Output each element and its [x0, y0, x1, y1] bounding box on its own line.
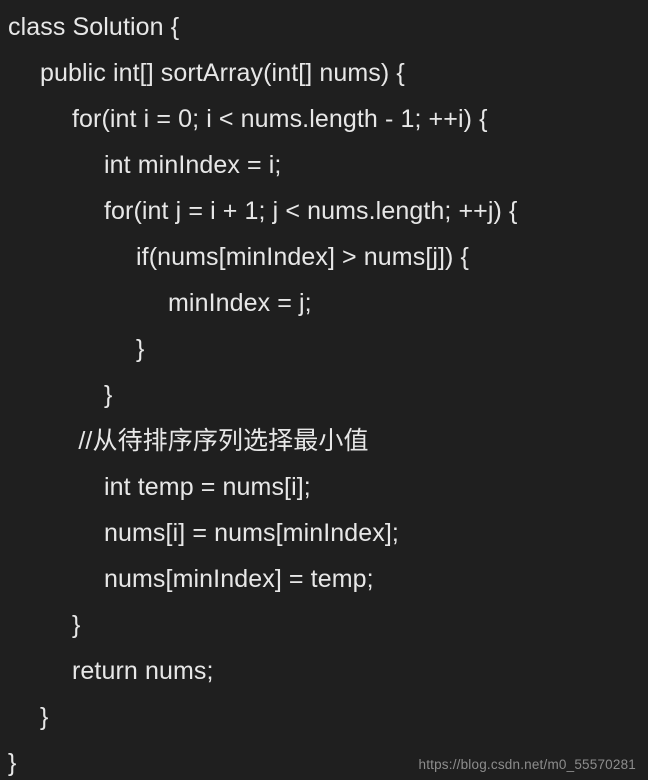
code-text: class Solution {	[8, 13, 180, 41]
code-text: }	[8, 749, 17, 777]
code-line[interactable]: public int[] sortArray(int[] nums) {	[0, 50, 648, 96]
code-line[interactable]: }	[0, 694, 648, 740]
code-text: int minIndex = i;	[104, 151, 282, 179]
code-text: nums[i] = nums[minIndex];	[104, 519, 399, 547]
code-text: //从待排序序列选择最小值	[78, 427, 369, 455]
code-text: return nums;	[72, 657, 214, 685]
code-block[interactable]: class Solution { public int[] sortArray(i…	[0, 0, 648, 780]
code-text: for(int j = i + 1; j < nums.length; ++j)…	[104, 197, 518, 225]
code-text: }	[40, 703, 49, 731]
code-line[interactable]: minIndex = j;	[0, 280, 648, 326]
code-text: int temp = nums[i];	[104, 473, 311, 501]
code-text: minIndex = j;	[168, 289, 312, 317]
code-text: for(int i = 0; i < nums.length - 1; ++i)…	[72, 105, 488, 133]
code-text: }	[104, 381, 113, 409]
code-screenshot: class Solution { public int[] sortArray(i…	[0, 0, 648, 780]
code-line[interactable]: }	[0, 372, 648, 418]
watermark-url: https://blog.csdn.net/m0_55570281	[418, 757, 636, 772]
code-line[interactable]: nums[minIndex] = temp;	[0, 556, 648, 602]
code-line[interactable]: for(int i = 0; i < nums.length - 1; ++i)…	[0, 96, 648, 142]
code-line[interactable]: }	[0, 326, 648, 372]
code-text: nums[minIndex] = temp;	[104, 565, 374, 593]
code-line[interactable]: if(nums[minIndex] > nums[j]) {	[0, 234, 648, 280]
code-line[interactable]: int temp = nums[i];	[0, 464, 648, 510]
code-line[interactable]: class Solution {	[0, 4, 648, 50]
code-text: if(nums[minIndex] > nums[j]) {	[136, 243, 469, 271]
code-text: public int[] sortArray(int[] nums) {	[40, 59, 405, 87]
code-text: }	[136, 335, 145, 363]
code-text: }	[72, 611, 81, 639]
code-line[interactable]: nums[i] = nums[minIndex];	[0, 510, 648, 556]
code-line[interactable]: }	[0, 602, 648, 648]
code-line[interactable]: int minIndex = i;	[0, 142, 648, 188]
code-line[interactable]: for(int j = i + 1; j < nums.length; ++j)…	[0, 188, 648, 234]
code-line[interactable]: return nums;	[0, 648, 648, 694]
code-line[interactable]: //从待排序序列选择最小值	[0, 418, 648, 464]
